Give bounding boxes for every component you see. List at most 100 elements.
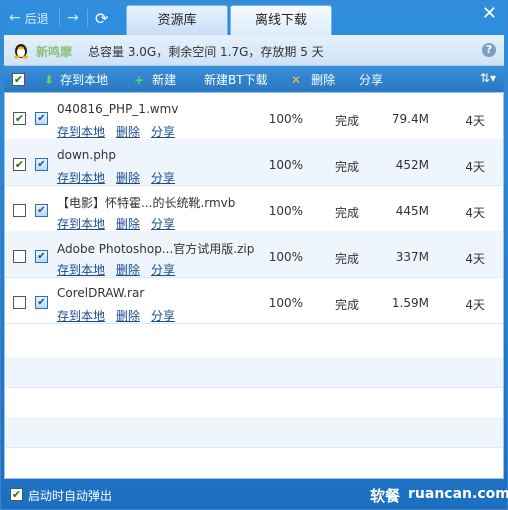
toolbar-save-local-label: 存到本地 bbox=[60, 73, 109, 87]
offline-download-window: ← 后退 → ⟳ 资源库 离线下载 ✕ 新鸣摩 总容量 3.0G，剩余空间 1.… bbox=[0, 0, 508, 510]
save-local-link[interactable]: 存到本地 bbox=[57, 215, 105, 232]
save-local-link[interactable]: 存到本地 bbox=[57, 169, 105, 186]
toolbar-new-button[interactable]: + 新建 bbox=[134, 71, 176, 88]
plus-icon: + bbox=[134, 72, 145, 87]
help-icon[interactable]: ? bbox=[482, 43, 496, 57]
storage-summary: 总容量 3.0G，剩余空间 1.7G，存放期 5 天 bbox=[88, 45, 324, 59]
row-select-checkbox[interactable]: ✔ bbox=[13, 112, 26, 125]
task-list: ✔ ✔ 040816_PHP_1.wmv 存到本地 删除 分享 100% 完成 … bbox=[4, 92, 504, 479]
tab-offline-download[interactable]: 离线下载 bbox=[230, 5, 332, 36]
share-link[interactable]: 分享 bbox=[151, 123, 175, 140]
info-bar: 新鸣摩 总容量 3.0G，剩余空间 1.7G，存放期 5 天 ? bbox=[4, 35, 504, 66]
toolbar-share-label: 分享 bbox=[359, 73, 384, 87]
toolbar-new-bt-label: 新建BT下载 bbox=[204, 73, 268, 87]
progress-value: 100% bbox=[268, 158, 303, 172]
days-value: 4天 bbox=[465, 252, 485, 266]
status-value: 完成 bbox=[335, 206, 360, 220]
save-local-link[interactable]: 存到本地 bbox=[57, 123, 105, 140]
file-name: 040816_PHP_1.wmv bbox=[57, 102, 179, 116]
empty-row bbox=[5, 447, 503, 477]
progress-value: 100% bbox=[268, 204, 303, 218]
file-name: down.php bbox=[57, 148, 117, 162]
qq-penguin-icon bbox=[14, 44, 28, 59]
file-name: 【电影】怀特霍...的长统靴.rmvb bbox=[57, 196, 236, 210]
empty-row bbox=[5, 417, 503, 448]
forward-arrow-icon: → bbox=[67, 10, 79, 26]
size-value: 337M bbox=[395, 250, 429, 264]
share-link[interactable]: 分享 bbox=[151, 307, 175, 324]
refresh-icon: ⟳ bbox=[95, 8, 109, 28]
status-value: 完成 bbox=[335, 252, 360, 266]
back-button[interactable]: ← 后退 bbox=[9, 8, 49, 28]
autostart-label: 启动时自动弹出 bbox=[28, 489, 113, 503]
top-bar: ← 后退 → ⟳ 资源库 离线下载 ✕ bbox=[1, 1, 507, 36]
days-value: 4天 bbox=[465, 114, 485, 128]
progress-value: 100% bbox=[268, 296, 303, 310]
row-select-checkbox[interactable] bbox=[13, 296, 26, 309]
toolbar-delete-button[interactable]: ✕ 删除 bbox=[291, 71, 335, 88]
close-button[interactable]: ✕ bbox=[482, 3, 497, 24]
status-value: 完成 bbox=[335, 298, 360, 312]
empty-row bbox=[5, 387, 503, 418]
autostart-checkbox[interactable]: ✔ bbox=[10, 488, 23, 501]
watermark-url: ruancan.com bbox=[408, 486, 508, 502]
row-select-checkbox[interactable]: ✔ bbox=[13, 158, 26, 171]
save-local-link[interactable]: 存到本地 bbox=[57, 261, 105, 278]
delete-x-icon: ✕ bbox=[291, 72, 302, 87]
file-name: Adobe Photoshop...官方试用版.zip bbox=[57, 242, 255, 256]
file-type-checkbox[interactable]: ✔ bbox=[35, 204, 48, 217]
share-link[interactable]: 分享 bbox=[151, 261, 175, 278]
share-link[interactable]: 分享 bbox=[151, 215, 175, 232]
delete-link[interactable]: 删除 bbox=[116, 307, 140, 324]
share-link[interactable]: 分享 bbox=[151, 169, 175, 186]
toolbar-save-local-button[interactable]: ⬇ 存到本地 bbox=[44, 71, 108, 88]
table-row[interactable]: ✔ CorelDRAW.rar 存到本地 删除 分享 100% 完成 1.59M… bbox=[5, 277, 503, 324]
progress-value: 100% bbox=[268, 250, 303, 264]
tab-resource-library[interactable]: 资源库 bbox=[126, 5, 228, 36]
file-type-checkbox[interactable]: ✔ bbox=[35, 296, 48, 309]
file-type-checkbox[interactable]: ✔ bbox=[35, 158, 48, 171]
toolbar-share-button[interactable]: 分享 bbox=[359, 71, 383, 88]
delete-link[interactable]: 删除 bbox=[116, 123, 140, 140]
close-icon: ✕ bbox=[481, 3, 497, 24]
watermark-cn: 软餐 bbox=[370, 487, 401, 505]
row-select-checkbox[interactable] bbox=[13, 204, 26, 217]
size-value: 445M bbox=[395, 204, 429, 218]
file-name: CorelDRAW.rar bbox=[57, 286, 145, 300]
forward-button[interactable]: → bbox=[67, 8, 79, 28]
download-arrow-icon: ⬇ bbox=[44, 72, 55, 87]
table-row[interactable]: ✔ ✔ down.php 存到本地 删除 分享 100% 完成 452M 4天 bbox=[5, 139, 503, 186]
toolbar-delete-label: 删除 bbox=[311, 73, 336, 87]
table-row[interactable]: ✔ Adobe Photoshop...官方试用版.zip 存到本地 删除 分享… bbox=[5, 231, 503, 278]
empty-row bbox=[5, 357, 503, 388]
nav-divider bbox=[87, 9, 88, 27]
back-arrow-icon: ← bbox=[9, 10, 21, 26]
toolbar: ✔ ⬇ 存到本地 + 新建 新建BT下载 ✕ 删除 分享 ⇅▾ bbox=[4, 66, 504, 92]
sort-menu-button[interactable]: ⇅▾ bbox=[480, 71, 496, 85]
nav-divider bbox=[59, 9, 60, 27]
row-select-checkbox[interactable] bbox=[13, 250, 26, 263]
file-type-checkbox[interactable]: ✔ bbox=[35, 250, 48, 263]
file-type-checkbox[interactable]: ✔ bbox=[35, 112, 48, 125]
username: 新鸣摩 bbox=[36, 45, 73, 59]
table-row[interactable]: ✔ 【电影】怀特霍...的长统靴.rmvb 存到本地 删除 分享 100% 完成… bbox=[5, 185, 503, 232]
days-value: 4天 bbox=[465, 298, 485, 312]
progress-value: 100% bbox=[268, 112, 303, 126]
select-all-checkbox[interactable]: ✔ bbox=[12, 73, 25, 86]
toolbar-new-bt-button[interactable]: 新建BT下载 bbox=[204, 71, 268, 88]
empty-row bbox=[5, 327, 503, 358]
delete-link[interactable]: 删除 bbox=[116, 169, 140, 186]
footer-bar: ✔ 启动时自动弹出 软餐 ruancan.com bbox=[4, 481, 508, 509]
status-value: 完成 bbox=[335, 160, 360, 174]
size-value: 452M bbox=[395, 158, 429, 172]
back-label: 后退 bbox=[24, 11, 49, 26]
delete-link[interactable]: 删除 bbox=[116, 215, 140, 232]
delete-link[interactable]: 删除 bbox=[116, 261, 140, 278]
save-local-link[interactable]: 存到本地 bbox=[57, 307, 105, 324]
sort-icon: ⇅▾ bbox=[479, 71, 496, 85]
table-row[interactable]: ✔ ✔ 040816_PHP_1.wmv 存到本地 删除 分享 100% 完成 … bbox=[5, 93, 503, 140]
size-value: 1.59M bbox=[391, 296, 429, 310]
refresh-button[interactable]: ⟳ bbox=[95, 8, 108, 28]
size-value: 79.4M bbox=[391, 112, 429, 126]
days-value: 4天 bbox=[465, 206, 485, 220]
